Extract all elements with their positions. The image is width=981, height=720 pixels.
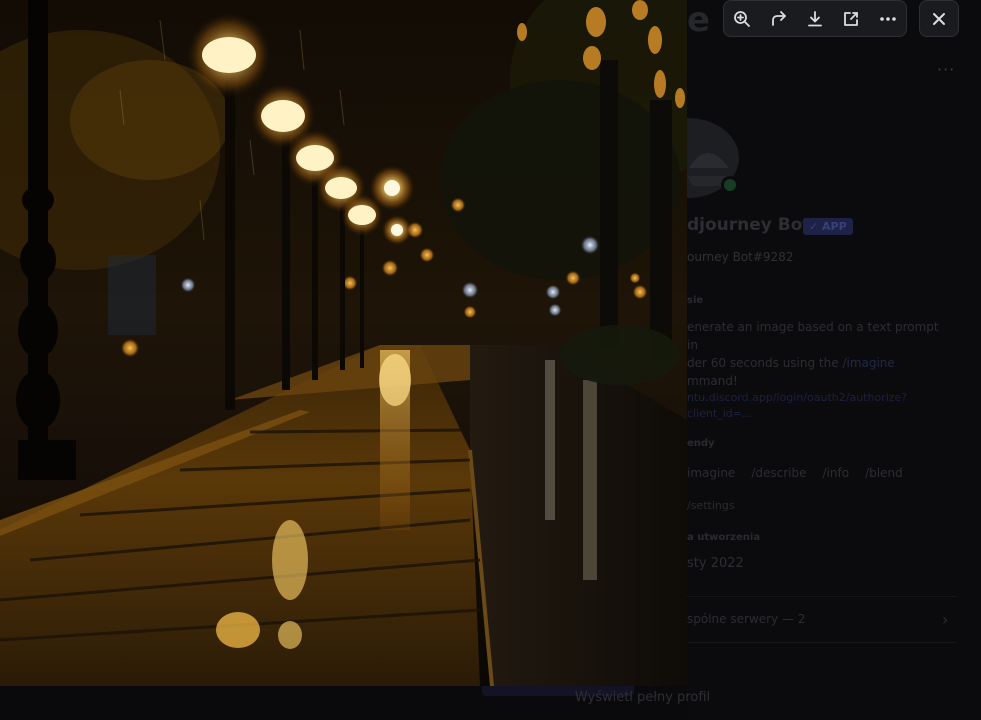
more-options-icon[interactable]: ··· bbox=[937, 60, 955, 79]
about-url-link[interactable]: ntu.discord.app/login/oauth2/authorize?c… bbox=[687, 390, 947, 422]
profile-username: ourney Bot#9282 bbox=[687, 250, 794, 264]
about-line-1: enerate an image based on a text prompt … bbox=[687, 320, 939, 352]
command-item[interactable]: /info bbox=[823, 466, 850, 480]
about-label: sie bbox=[687, 295, 704, 306]
panel-heading: e bbox=[687, 0, 711, 40]
open-external-icon[interactable] bbox=[836, 4, 866, 34]
command-item[interactable]: imagine bbox=[687, 466, 735, 480]
image-toolbar bbox=[723, 0, 907, 37]
command-item[interactable]: /describe bbox=[751, 466, 806, 480]
status-indicator bbox=[721, 176, 739, 194]
zoom-in-icon[interactable] bbox=[727, 4, 757, 34]
commands-label: endy bbox=[687, 438, 715, 449]
chevron-right-icon: › bbox=[942, 610, 949, 629]
command-settings[interactable]: /settings bbox=[687, 499, 735, 512]
profile-name: djourney Bot bbox=[687, 215, 811, 235]
mutual-servers-row[interactable]: spólne serwery — 2 bbox=[687, 612, 805, 626]
app-badge: ✓ APP bbox=[803, 218, 853, 235]
more-icon[interactable] bbox=[873, 4, 903, 34]
viewer-image bbox=[0, 0, 687, 686]
created-label: a utworzenia bbox=[687, 532, 761, 543]
close-icon[interactable] bbox=[919, 0, 959, 37]
profile-panel: e ··· djourney Bot ✓ APP ourney Bot#9282… bbox=[687, 0, 981, 720]
about-command-link[interactable]: /imagine bbox=[842, 356, 894, 370]
command-item[interactable]: /blend bbox=[865, 466, 903, 480]
divider bbox=[687, 596, 957, 597]
about-text: enerate an image based on a text prompt … bbox=[687, 318, 947, 390]
download-icon[interactable] bbox=[800, 4, 830, 34]
about-line-3: mmand! bbox=[687, 374, 738, 388]
forward-icon[interactable] bbox=[764, 4, 794, 34]
created-date: sty 2022 bbox=[687, 556, 744, 571]
view-full-profile-link[interactable]: Wyświetl pełny profil bbox=[470, 690, 815, 705]
commands-list: imagine /describe /info /blend bbox=[687, 466, 903, 480]
divider bbox=[687, 642, 957, 643]
about-line-2: der 60 seconds using the bbox=[687, 356, 843, 370]
